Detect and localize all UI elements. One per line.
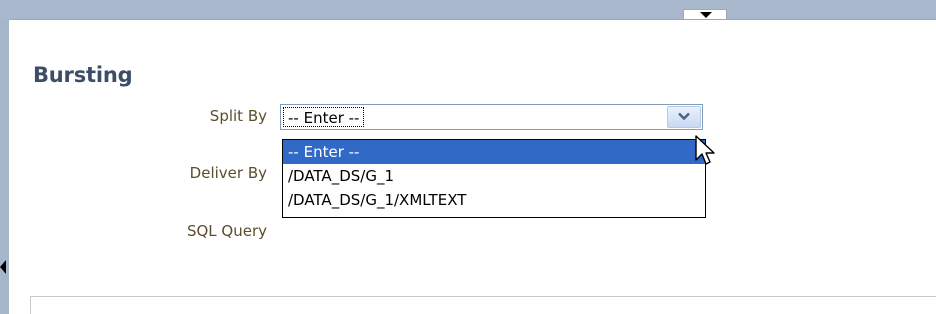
top-toolbar-bar <box>0 0 936 20</box>
section-title: Bursting <box>33 63 133 87</box>
chevron-down-icon <box>678 112 690 121</box>
split-by-options-list[interactable]: -- Enter -- /DATA_DS/G_1 /DATA_DS/G_1/XM… <box>282 139 706 218</box>
bursting-panel: Bursting Split By Deliver By SQL Query -… <box>0 0 936 314</box>
option-data-ds-g1-xmltext[interactable]: /DATA_DS/G_1/XMLTEXT <box>283 188 705 212</box>
option-data-ds-g1[interactable]: /DATA_DS/G_1 <box>283 164 705 188</box>
split-by-label: Split By <box>209 107 267 125</box>
sql-query-label: SQL Query <box>186 222 267 240</box>
split-by-dropdown-button[interactable] <box>667 106 701 128</box>
chevron-down-icon <box>700 12 712 18</box>
deliver-by-label: Deliver By <box>189 164 267 182</box>
mouse-pointer-icon <box>695 135 715 165</box>
query-panel-border <box>30 296 936 314</box>
collapse-tab[interactable] <box>683 9 727 19</box>
option-enter[interactable]: -- Enter -- <box>283 140 705 164</box>
triangle-left-icon[interactable] <box>0 260 6 274</box>
split-by-selected-value[interactable]: -- Enter -- <box>283 107 365 127</box>
split-by-select[interactable]: -- Enter -- <box>280 104 703 130</box>
